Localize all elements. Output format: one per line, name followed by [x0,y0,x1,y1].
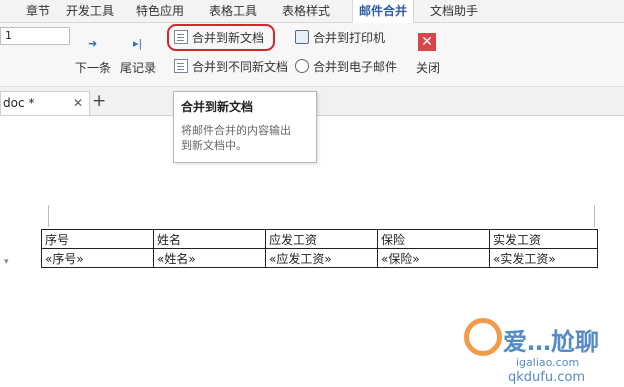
tab-dev-tools[interactable]: 开发工具 [66,0,114,22]
merge-to-printer-button[interactable]: 合并到打印机 [295,27,385,47]
merge-to-printer-label: 合并到打印机 [313,30,386,45]
tab-chapter[interactable]: 章节 [26,0,50,22]
tab-features[interactable]: 特色应用 [136,0,184,22]
row-marker-icon: ▾ [4,257,9,267]
close-icon[interactable]: ✕ [418,33,436,51]
merge-field-cell[interactable]: «实发工资» [489,248,598,268]
tooltip-title: 合并到新文档 [181,100,254,114]
record-number-field[interactable]: 1 [0,27,70,45]
last-record-icon[interactable]: ▸| [133,37,142,50]
highlight-outline [167,24,275,51]
right-margin-mark [594,205,595,227]
table-cell[interactable]: 保险 [377,229,490,249]
next-record-icon[interactable]: ➜ [88,37,97,50]
table-cell[interactable]: 姓名 [153,229,266,249]
merge-to-email-label: 合并到电子邮件 [313,59,398,74]
ribbon-toolbar: 1 ➜ 下一条 ▸| 尾记录 合并到新文档 合并到不同新文档 合并到打印机 合并… [0,23,624,87]
merge-to-diff-docs-button[interactable]: 合并到不同新文档 [174,56,288,76]
watermark-url: igaliao.com [516,356,580,369]
table-cell[interactable]: 实发工资 [489,229,598,249]
last-record-button[interactable]: 尾记录 [120,59,156,76]
document-tab[interactable]: doc * ✕ [0,91,90,115]
watermark-url-secondary: qkdufu.com [508,370,585,385]
merge-to-diff-docs-label: 合并到不同新文档 [192,59,289,74]
tooltip: 合并到新文档 将邮件合并的内容输出 到新文档中。 [173,91,317,163]
close-tab-icon[interactable]: ✕ [73,92,83,114]
table-row: 序号 姓名 应发工资 保险 实发工资 [41,229,598,249]
tooltip-body: 将邮件合并的内容输出 到新文档中。 [181,123,309,153]
add-tab-icon[interactable]: + [92,91,106,111]
tooltip-line: 到新文档中。 [181,139,247,152]
merge-field-cell[interactable]: «保险» [377,248,490,268]
merge-field-cell[interactable]: «应发工资» [265,248,378,268]
merge-field-cell[interactable]: «序号» [41,248,154,268]
table-cell[interactable]: 序号 [41,229,154,249]
tab-doc-assistant[interactable]: 文档助手 [430,0,478,22]
table-row: «序号» «姓名» «应发工资» «保险» «实发工资» [41,248,598,268]
merge-field-table[interactable]: 序号 姓名 应发工资 保险 实发工资 «序号» «姓名» «应发工资» «保险»… [41,229,598,268]
watermark-text: 爱…尬聊 [503,328,599,356]
merge-field-cell[interactable]: «姓名» [153,248,266,268]
merge-to-email-button[interactable]: 合并到电子邮件 [295,56,397,76]
table-cell[interactable]: 应发工资 [265,229,378,249]
next-record-button[interactable]: 下一条 [75,59,111,76]
watermark-logo-icon [464,318,502,356]
menu-tab-bar: 章节 开发工具 特色应用 表格工具 表格样式 邮件合并 文档助手 [0,0,624,23]
tab-table-tools[interactable]: 表格工具 [209,0,257,22]
document-tab-name: doc * [3,96,35,110]
tab-table-style[interactable]: 表格样式 [282,0,330,22]
close-button[interactable]: 关闭 [416,59,440,76]
left-margin-mark [48,205,49,227]
email-icon [295,59,309,73]
multi-doc-icon [174,59,188,73]
tab-mail-merge[interactable]: 邮件合并 [352,0,415,23]
tooltip-line: 将邮件合并的内容输出 [181,124,291,137]
printer-icon [295,30,309,44]
